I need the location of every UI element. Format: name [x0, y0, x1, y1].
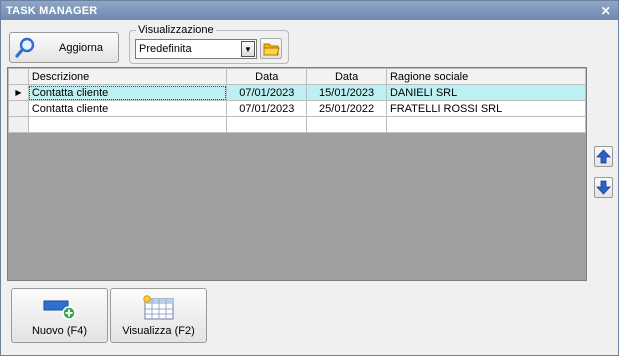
search-icon — [14, 37, 36, 62]
refresh-button[interactable]: Aggiorna — [9, 32, 119, 63]
new-row[interactable] — [8, 116, 587, 133]
empty-cell[interactable] — [226, 116, 308, 133]
arrow-up-icon — [596, 149, 611, 164]
view-task-label: Visualizza (F2) — [122, 325, 195, 337]
add-item-icon — [42, 295, 78, 324]
calendar-grid-icon — [141, 295, 177, 324]
row-indicator-header — [8, 68, 29, 85]
open-view-button[interactable] — [260, 38, 282, 59]
chevron-down-icon[interactable]: ▼ — [241, 41, 255, 57]
table-row[interactable]: Contatta cliente 07/01/2023 25/01/2022 F… — [8, 100, 587, 117]
column-header-descrizione[interactable]: Descrizione — [27, 68, 228, 85]
close-icon[interactable]: ✕ — [601, 4, 611, 18]
table-header-row: Descrizione Data Data Ragione sociale — [8, 68, 587, 85]
title-bar: TASK MANAGER ✕ — [1, 1, 618, 20]
move-down-button[interactable] — [594, 177, 613, 198]
column-header-data-1[interactable]: Data — [226, 68, 308, 85]
task-table: Descrizione Data Data Ragione sociale ▶ … — [8, 68, 587, 133]
view-legend: Visualizzazione — [138, 24, 214, 36]
view-selected-value: Predefinita — [139, 43, 192, 55]
new-task-label: Nuovo (F4) — [31, 325, 88, 337]
task-manager-window: TASK MANAGER ✕ Aggiorna Visualizzazione … — [0, 0, 619, 356]
move-up-button[interactable] — [594, 146, 613, 167]
empty-cell[interactable] — [27, 116, 228, 133]
view-task-button[interactable]: Visualizza (F2) — [110, 288, 207, 343]
cell-data-1[interactable]: 07/01/2023 — [226, 100, 308, 117]
cell-descrizione[interactable]: Contatta cliente — [27, 100, 228, 117]
table-row[interactable]: ▶ Contatta cliente 07/01/2023 15/01/2023… — [8, 84, 587, 101]
row-indicator — [8, 100, 29, 117]
cell-data-2[interactable]: 15/01/2023 — [306, 84, 387, 101]
arrow-down-icon — [596, 180, 611, 195]
task-grid[interactable]: Descrizione Data Data Ragione sociale ▶ … — [7, 67, 587, 281]
cell-data-1[interactable]: 07/01/2023 — [226, 84, 308, 101]
current-row-icon: ▶ — [8, 84, 29, 101]
cell-ragione-sociale[interactable]: FRATELLI ROSSI SRL — [385, 100, 587, 117]
folder-icon — [263, 43, 280, 56]
column-header-ragione-sociale[interactable]: Ragione sociale — [385, 68, 587, 85]
cell-data-2[interactable]: 25/01/2022 — [306, 100, 387, 117]
new-task-button[interactable]: Nuovo (F4) — [11, 288, 108, 343]
column-header-data-2[interactable]: Data — [306, 68, 387, 85]
cell-ragione-sociale[interactable]: DANIELI SRL — [385, 84, 587, 101]
empty-cell[interactable] — [306, 116, 387, 133]
row-indicator — [8, 116, 29, 133]
cell-descrizione[interactable]: Contatta cliente — [27, 84, 228, 101]
empty-cell[interactable] — [385, 116, 587, 133]
view-select[interactable]: Predefinita ▼ — [135, 39, 257, 59]
refresh-label: Aggiorna — [59, 42, 104, 54]
window-title: TASK MANAGER — [6, 5, 98, 17]
